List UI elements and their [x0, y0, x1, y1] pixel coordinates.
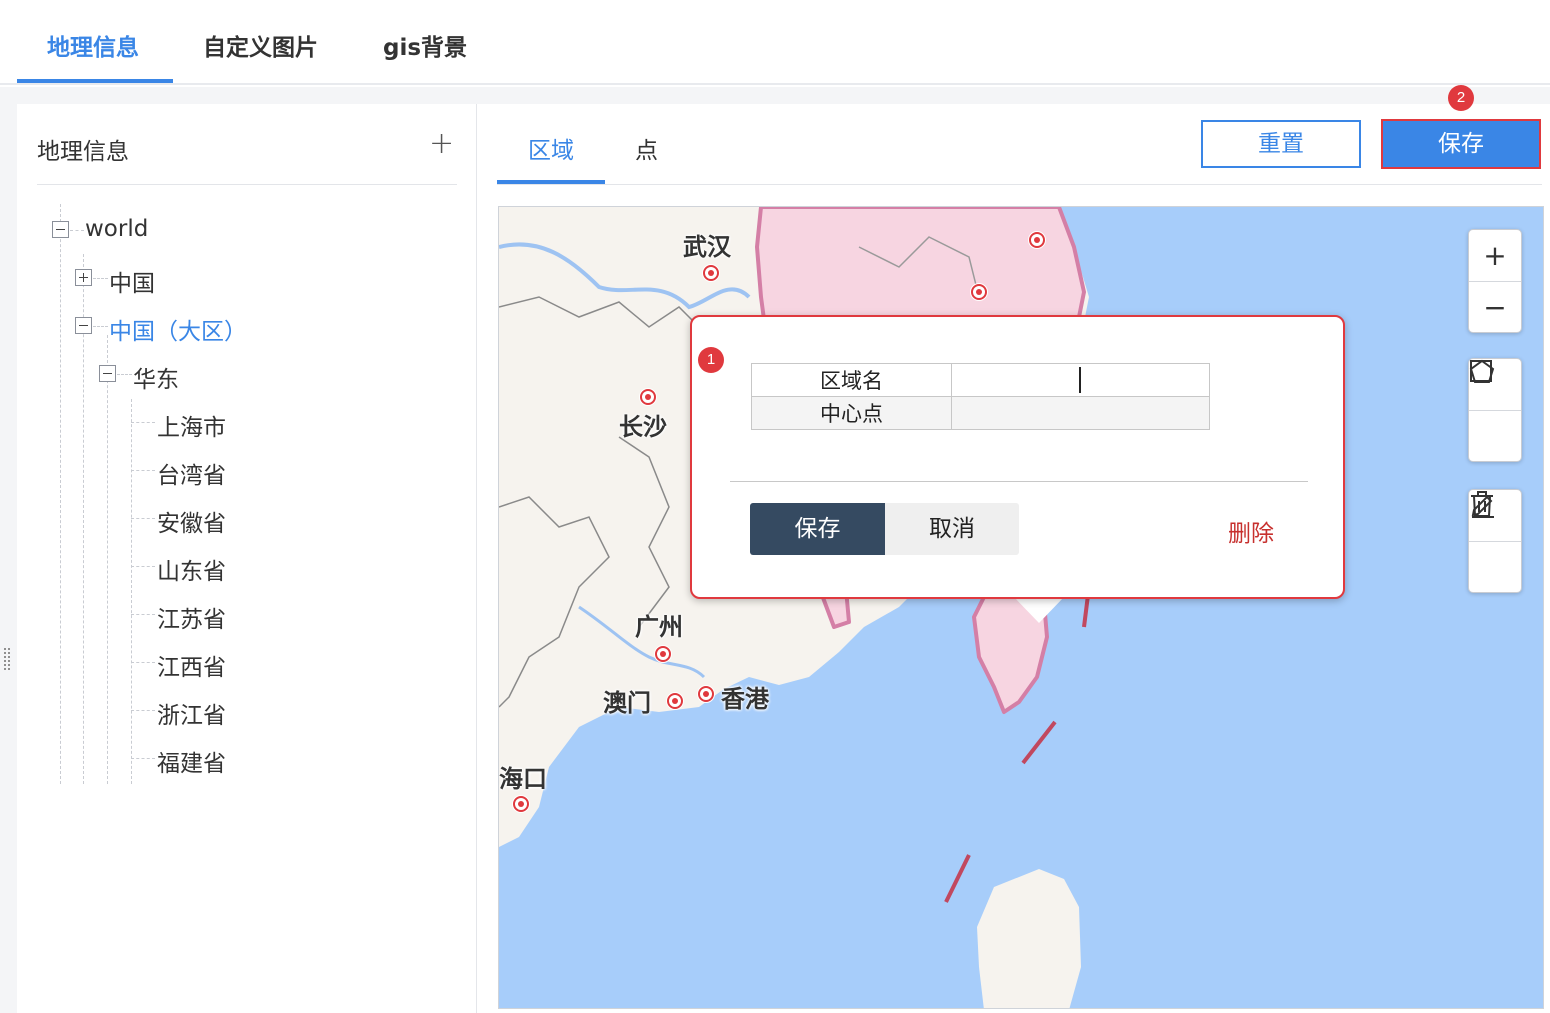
text-caret	[1078, 367, 1081, 393]
tree-connector	[131, 566, 155, 567]
maritime-boundary	[944, 854, 971, 903]
hainan-island	[977, 869, 1081, 1008]
tree-connector	[93, 278, 108, 279]
tree-guide	[60, 204, 61, 784]
center-point-input[interactable]	[951, 396, 1210, 430]
tree-connector	[131, 518, 155, 519]
tree-node-world[interactable]: world	[85, 216, 148, 242]
geo-tree-panel: 地理信息 + world 中国 中国（大区） 华东 上海市 台湾省 安徽省 山东…	[17, 104, 477, 1013]
tree-connector	[131, 614, 155, 615]
center-point-label: 中心点	[751, 396, 952, 430]
city-marker-guangzhou	[654, 645, 672, 663]
trash-icon[interactable]	[1469, 491, 1521, 592]
content-gutter	[17, 87, 1550, 104]
tree-node-china-region[interactable]: 中国（大区）	[109, 312, 247, 346]
divider	[497, 184, 1542, 185]
tree-node-province[interactable]: 浙江省	[157, 696, 226, 730]
tree-connector	[131, 470, 155, 471]
tab-custom-image[interactable]: 自定义图片	[203, 28, 318, 62]
tree-connector	[131, 662, 155, 663]
tree-connector	[131, 758, 155, 759]
popup-cancel-button[interactable]: 取消	[885, 503, 1019, 555]
region-form: 区域名 中心点	[751, 363, 1210, 430]
map-canvas[interactable]: 武汉 长沙 广州 澳门 香港 海口 + − 1 区域名 中心点 保存 取消 删除	[498, 206, 1544, 1009]
tree-guide	[131, 399, 132, 784]
city-marker-wuhan	[702, 264, 720, 282]
tree-node-province[interactable]: 江苏省	[157, 600, 226, 634]
draw-controls	[1468, 358, 1522, 462]
city-marker-changsha	[639, 388, 657, 406]
left-gutter	[0, 87, 17, 1013]
city-marker-haikou	[512, 795, 530, 813]
region-name-label: 区域名	[751, 363, 952, 397]
tree-node-china[interactable]: 中国	[109, 264, 155, 298]
city-label-wuhan: 武汉	[683, 233, 731, 261]
region-name-input[interactable]	[951, 363, 1210, 397]
divider	[37, 184, 457, 185]
popup-delete-button[interactable]: 删除	[1228, 514, 1274, 548]
tab-geo-info[interactable]: 地理信息	[47, 28, 139, 62]
zoom-in-icon[interactable]: +	[1469, 230, 1521, 281]
region-edit-popup: 1 区域名 中心点 保存 取消 删除	[690, 315, 1345, 599]
tree-connector	[93, 326, 108, 327]
tree-node-province[interactable]: 江西省	[157, 648, 226, 682]
save-button[interactable]: 保存	[1381, 119, 1541, 169]
tree-guide	[107, 335, 108, 784]
city-label-changsha: 长沙	[619, 413, 667, 441]
tree-connector	[117, 374, 132, 375]
edit-controls	[1468, 489, 1522, 593]
active-tab-indicator	[17, 79, 173, 83]
city-marker-hangzhou	[970, 283, 988, 301]
step-badge: 1	[698, 347, 724, 373]
city-label-haikou: 海口	[499, 765, 547, 793]
city-label-guangzhou: 广州	[635, 613, 683, 641]
zoom-out-icon[interactable]: −	[1469, 281, 1521, 332]
tree-connector	[70, 230, 84, 231]
add-icon[interactable]: +	[429, 126, 454, 161]
tree-connector	[131, 710, 155, 711]
collapse-icon[interactable]	[52, 221, 69, 238]
city-label-hongkong: 香港	[721, 685, 769, 713]
tree-node-province[interactable]: 山东省	[157, 552, 226, 586]
city-marker-shanghai	[1028, 231, 1046, 249]
tab-point[interactable]: 点	[635, 131, 658, 165]
divider	[730, 481, 1308, 482]
collapse-icon[interactable]	[99, 365, 116, 382]
city-marker-macau	[666, 692, 684, 710]
city-marker-hongkong	[697, 685, 715, 703]
step-badge: 2	[1448, 85, 1474, 111]
tree-node-province[interactable]: 上海市	[157, 408, 226, 442]
popup-save-button[interactable]: 保存	[750, 503, 885, 555]
tree-connector	[131, 422, 155, 423]
collapse-icon[interactable]	[75, 317, 92, 334]
city-label-macau: 澳门	[603, 689, 651, 717]
rectangle-icon[interactable]	[1469, 360, 1521, 461]
top-tab-bar: 地理信息 自定义图片 gis背景	[0, 0, 1550, 85]
reset-button[interactable]: 重置	[1201, 120, 1361, 168]
expand-icon[interactable]	[75, 269, 92, 286]
resize-handle[interactable]	[3, 647, 11, 671]
tab-region[interactable]: 区域	[528, 131, 574, 165]
panel-title: 地理信息	[37, 139, 129, 165]
tree-node-province[interactable]: 安徽省	[157, 504, 226, 538]
tab-gis-background[interactable]: gis背景	[383, 28, 467, 62]
tree-node-province[interactable]: 福建省	[157, 744, 226, 778]
map-editor-panel: 区域 点 重置 保存 2 武汉 长沙 广州 澳门 香港 海口 + − 1 区域名…	[478, 85, 1550, 1013]
popup-pointer	[1014, 597, 1064, 623]
tree-node-province[interactable]: 台湾省	[157, 456, 226, 490]
maritime-boundary	[1021, 720, 1057, 765]
zoom-controls: + −	[1468, 229, 1522, 333]
tree-node-east-china[interactable]: 华东	[133, 360, 179, 394]
